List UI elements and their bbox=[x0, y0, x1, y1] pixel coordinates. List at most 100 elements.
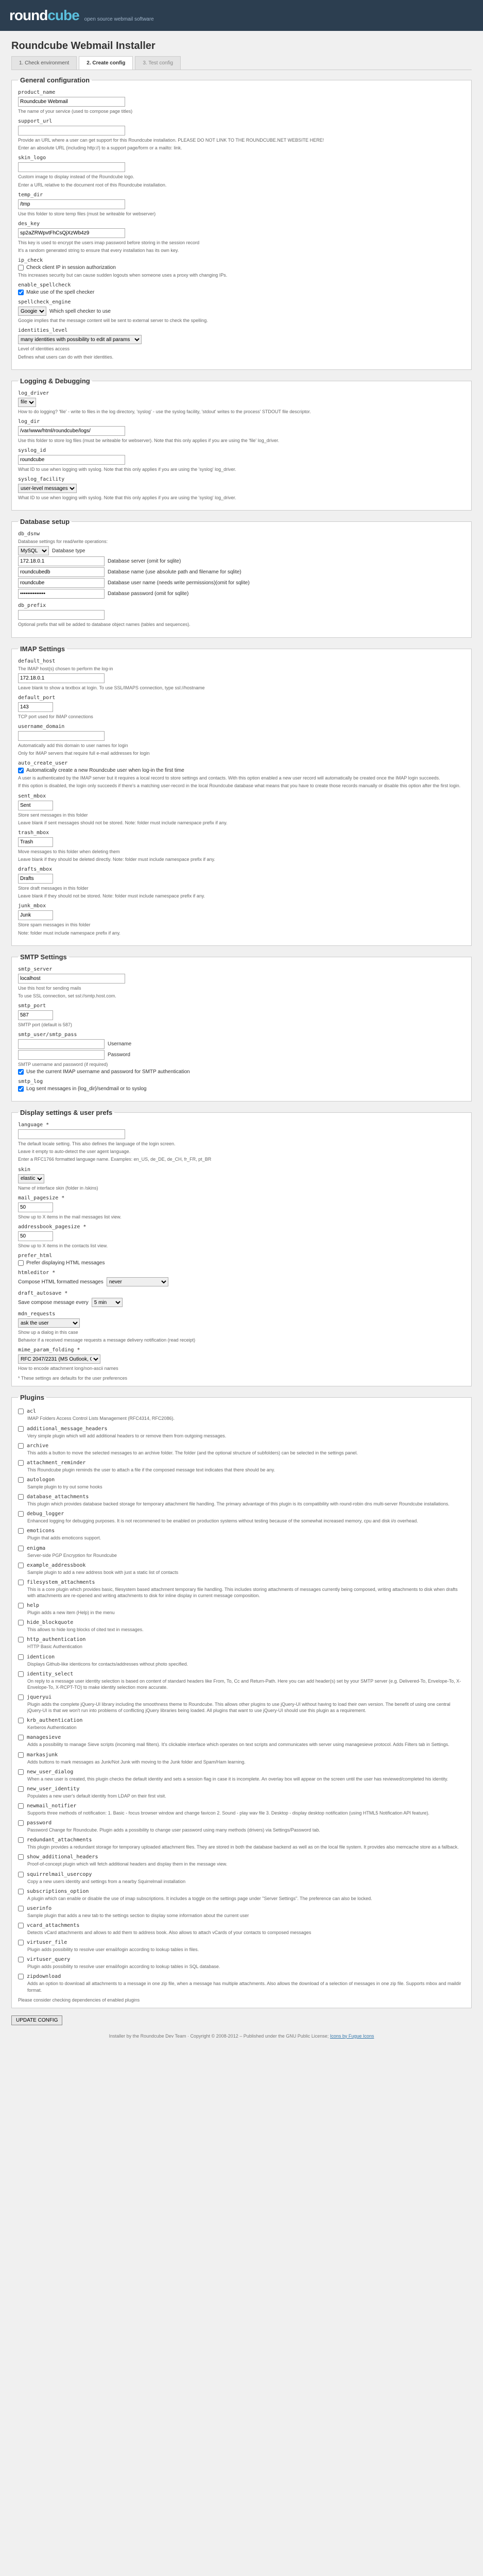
plugin-checkbox[interactable] bbox=[18, 1637, 24, 1643]
db-prefix-input[interactable] bbox=[18, 610, 105, 620]
plugin-header[interactable]: redundant_attachments bbox=[18, 1837, 465, 1843]
plugin-header[interactable]: managesieve bbox=[18, 1735, 465, 1741]
syslog-id-input[interactable] bbox=[18, 454, 125, 465]
plugin-checkbox[interactable] bbox=[18, 1511, 24, 1517]
plugin-header[interactable]: show_additional_headers bbox=[18, 1854, 465, 1860]
plugin-checkbox[interactable] bbox=[18, 1769, 24, 1775]
plugin-checkbox[interactable] bbox=[18, 1974, 24, 1980]
identities-level-select[interactable]: many identities with possibility to edit… bbox=[18, 335, 142, 345]
plugin-header[interactable]: archive bbox=[18, 1443, 465, 1449]
log-driver-select[interactable]: file bbox=[18, 397, 36, 407]
plugin-checkbox[interactable] bbox=[18, 1871, 24, 1877]
plugin-checkbox[interactable] bbox=[18, 1957, 24, 1963]
enable-spellcheck-option[interactable]: Make use of the spell checker bbox=[18, 290, 465, 296]
plugin-checkbox[interactable] bbox=[18, 1562, 24, 1568]
enable-spellcheck-checkbox[interactable] bbox=[18, 290, 24, 296]
plugin-header[interactable]: example_addressbook bbox=[18, 1562, 465, 1568]
plugin-header[interactable]: acl bbox=[18, 1409, 465, 1415]
product-name-input[interactable] bbox=[18, 97, 125, 107]
username-domain-input[interactable] bbox=[18, 731, 105, 741]
plugin-checkbox[interactable] bbox=[18, 1528, 24, 1534]
plugin-header[interactable]: identicon bbox=[18, 1654, 465, 1660]
step-check-environment[interactable]: 1. Check environment bbox=[11, 56, 77, 70]
plugin-header[interactable]: emoticons bbox=[18, 1528, 465, 1534]
des-key-input[interactable] bbox=[18, 228, 125, 238]
ip-check-checkbox[interactable] bbox=[18, 265, 24, 271]
skin-logo-input[interactable] bbox=[18, 162, 125, 173]
plugin-header[interactable]: hide_blockquote bbox=[18, 1620, 465, 1626]
support-url-input[interactable] bbox=[18, 126, 125, 136]
db-server-input[interactable] bbox=[18, 556, 105, 567]
plugin-checkbox[interactable] bbox=[18, 1579, 24, 1585]
db-user-input[interactable] bbox=[18, 578, 105, 588]
plugin-checkbox[interactable] bbox=[18, 1786, 24, 1792]
plugin-checkbox[interactable] bbox=[18, 1837, 24, 1843]
plugin-checkbox[interactable] bbox=[18, 1545, 24, 1551]
plugin-checkbox[interactable] bbox=[18, 1671, 24, 1677]
plugin-header[interactable]: enigma bbox=[18, 1545, 465, 1551]
plugin-header[interactable]: identity_select bbox=[18, 1671, 465, 1677]
plugin-checkbox[interactable] bbox=[18, 1888, 24, 1894]
smtp-use-imap-checkbox[interactable] bbox=[18, 1069, 24, 1075]
plugin-header[interactable]: newmail_notifier bbox=[18, 1803, 465, 1809]
smtp-pass-input[interactable] bbox=[18, 1050, 105, 1060]
plugin-header[interactable]: http_authentication bbox=[18, 1637, 465, 1643]
draft-autosave-select[interactable]: 5 min bbox=[91, 1298, 123, 1308]
plugin-checkbox[interactable] bbox=[18, 1905, 24, 1911]
plugin-header[interactable]: password bbox=[18, 1820, 465, 1826]
smtp-log-option[interactable]: Log sent messages in {log_dir}/sendmail … bbox=[18, 1086, 465, 1092]
plugin-checkbox[interactable] bbox=[18, 1694, 24, 1700]
plugin-header[interactable]: vcard_attachments bbox=[18, 1922, 465, 1928]
temp-dir-input[interactable] bbox=[18, 199, 125, 209]
plugin-checkbox[interactable] bbox=[18, 1477, 24, 1483]
plugin-header[interactable]: attachment_reminder bbox=[18, 1460, 465, 1466]
plugin-checkbox[interactable] bbox=[18, 1803, 24, 1809]
step-test-config[interactable]: 3. Test config bbox=[135, 56, 181, 70]
smtp-port-input[interactable] bbox=[18, 1010, 53, 1020]
plugin-checkbox[interactable] bbox=[18, 1426, 24, 1432]
prefer-html-checkbox[interactable] bbox=[18, 1260, 24, 1266]
smtp-use-imap-option[interactable]: Use the current IMAP username and passwo… bbox=[18, 1069, 465, 1075]
auto-create-user-option[interactable]: Automatically create a new Roundcube use… bbox=[18, 768, 465, 774]
plugin-header[interactable]: debug_logger bbox=[18, 1511, 465, 1517]
plugin-checkbox[interactable] bbox=[18, 1494, 24, 1500]
plugin-header[interactable]: filesystem_attachments bbox=[18, 1579, 465, 1585]
plugin-checkbox[interactable] bbox=[18, 1409, 24, 1415]
plugin-header[interactable]: virtuser_query bbox=[18, 1957, 465, 1963]
language-input[interactable] bbox=[18, 1129, 125, 1140]
plugin-checkbox[interactable] bbox=[18, 1443, 24, 1449]
auto-create-user-checkbox[interactable] bbox=[18, 768, 24, 774]
update-config-button[interactable]: UPDATE CONFIG bbox=[11, 2015, 63, 2025]
smtp-user-input[interactable] bbox=[18, 1039, 105, 1049]
drafts-mbox-input[interactable] bbox=[18, 874, 53, 884]
plugin-header[interactable]: autologon bbox=[18, 1477, 465, 1483]
step-create-config[interactable]: 2. Create config bbox=[79, 56, 133, 70]
htmleditor-select[interactable]: never bbox=[106, 1277, 168, 1287]
plugin-header[interactable]: zipdownload bbox=[18, 1974, 465, 1980]
plugin-header[interactable]: squirrelmail_usercopy bbox=[18, 1871, 465, 1877]
smtp-server-input[interactable] bbox=[18, 973, 125, 984]
log-dir-input[interactable] bbox=[18, 426, 125, 436]
plugin-checkbox[interactable] bbox=[18, 1940, 24, 1946]
plugin-checkbox[interactable] bbox=[18, 1603, 24, 1609]
plugin-header[interactable]: database_attachments bbox=[18, 1494, 465, 1500]
plugin-header[interactable]: jqueryui bbox=[18, 1694, 465, 1700]
plugin-header[interactable]: subscriptions_option bbox=[18, 1888, 465, 1894]
plugin-checkbox[interactable] bbox=[18, 1735, 24, 1741]
db-type-select[interactable]: MySQL bbox=[18, 546, 49, 556]
plugin-checkbox[interactable] bbox=[18, 1654, 24, 1660]
plugin-header[interactable]: virtuser_file bbox=[18, 1940, 465, 1946]
default-host-input[interactable] bbox=[18, 673, 105, 683]
plugin-header[interactable]: markasjunk bbox=[18, 1752, 465, 1758]
db-password-input[interactable] bbox=[18, 589, 105, 599]
addressbook-pagesize-input[interactable] bbox=[18, 1231, 53, 1241]
plugin-checkbox[interactable] bbox=[18, 1460, 24, 1466]
plugin-header[interactable]: help bbox=[18, 1603, 465, 1609]
syslog-facility-select[interactable]: user-level messages bbox=[18, 484, 77, 494]
plugin-checkbox[interactable] bbox=[18, 1854, 24, 1860]
db-name-input[interactable] bbox=[18, 567, 105, 578]
skin-select[interactable]: elastic bbox=[18, 1174, 44, 1183]
ip-check-option[interactable]: Check client IP in session authorization bbox=[18, 265, 465, 271]
sent-mbox-input[interactable] bbox=[18, 800, 53, 810]
plugin-header[interactable]: krb_authentication bbox=[18, 1718, 465, 1724]
